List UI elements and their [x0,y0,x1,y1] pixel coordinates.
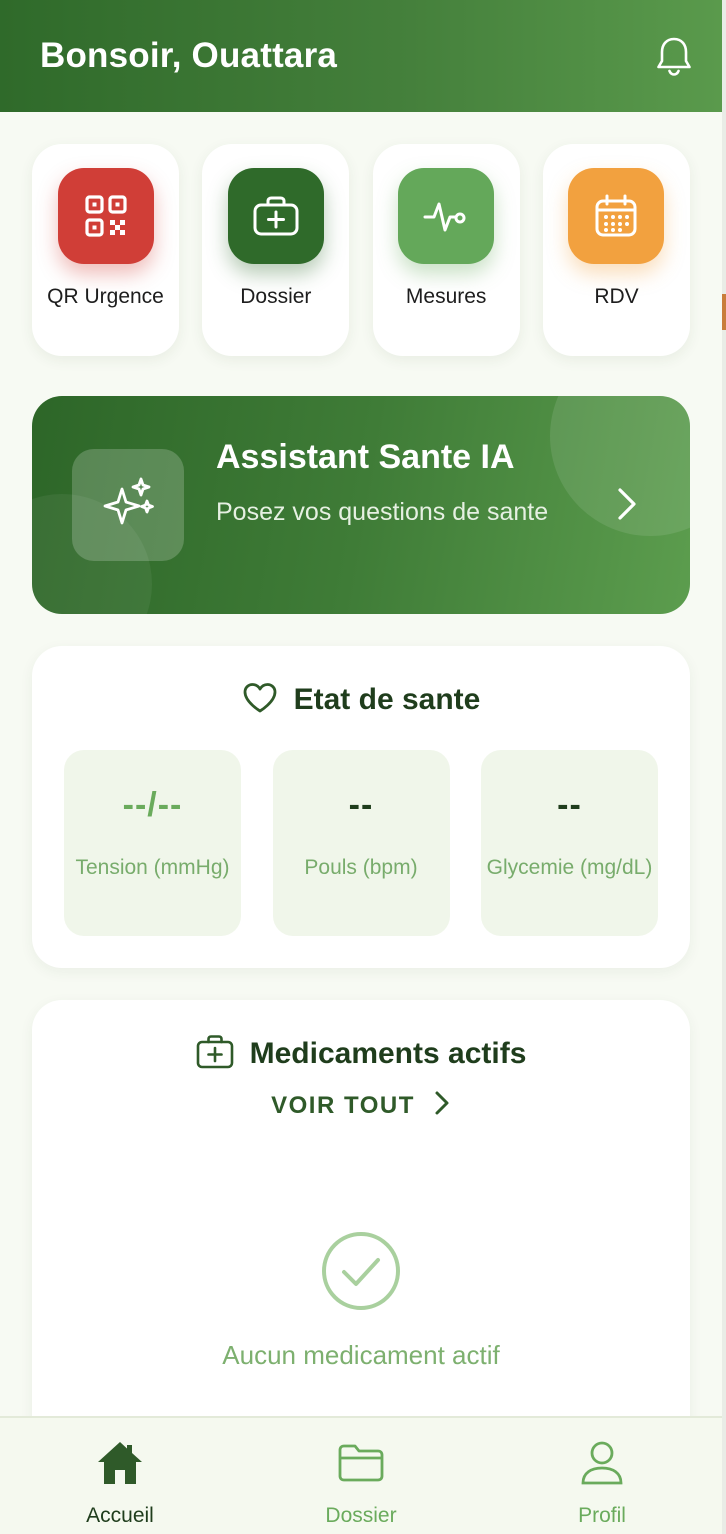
sparkles-icon [72,449,184,561]
see-all-link[interactable]: VOIR TOUT [32,1090,690,1121]
metric-label: Pouls (bpm) [304,856,418,879]
nav-item-dossier[interactable]: Dossier [241,1418,481,1534]
health-status-card: Etat de sante --/-- Tension (mmHg) -- Po… [32,646,690,968]
metric-label: Tension (mmHg) [75,856,230,879]
metric-value: --/-- [122,786,183,824]
quick-action-rdv[interactable]: RDV [542,144,690,356]
see-all-label: VOIR TOUT [271,1091,415,1119]
quick-action-label: Mesures [405,285,487,308]
metric-value: -- [557,786,582,824]
quick-action-label: RDV [594,285,639,308]
nav-label: Accueil [86,1504,154,1527]
metric-pouls[interactable]: -- Pouls (bpm) [272,750,450,936]
ai-assistant-card[interactable]: Assistant Sante IA Posez vos questions d… [32,396,690,614]
quick-action-dossier[interactable]: Dossier [202,144,350,356]
metric-tension[interactable]: --/-- Tension (mmHg) [64,750,241,936]
quick-action-label: QR Urgence [47,285,164,308]
quick-actions: QR Urgence Dossier Mesures RDV [32,144,690,356]
user-icon [576,1438,628,1488]
medications-header: Medicaments actifs [32,1034,690,1074]
bell-icon[interactable] [654,34,694,78]
quick-action-qr-urgence[interactable]: QR Urgence [32,144,179,356]
greeting-title: Bonsoir, Ouattara [40,36,338,75]
nav-item-profil[interactable]: Profil [482,1418,722,1534]
health-status-title: Etat de sante [293,683,481,716]
window-edge-marker [722,294,726,330]
quick-action-mesures[interactable]: Mesures [372,144,520,356]
metric-value: -- [348,786,374,824]
medications-title: Medicaments actifs [249,1037,527,1070]
app-root: Bonsoir, Ouattara QR Urgence Dossier Mes… [0,0,726,1534]
chevron-right-icon [610,484,642,524]
nav-item-accueil[interactable]: Accueil [0,1418,240,1534]
bottom-navigation: Accueil Dossier Profil [0,1416,722,1534]
medical-briefcase-icon [227,168,324,264]
home-icon [94,1438,146,1488]
health-status-header: Etat de sante [32,680,690,720]
quick-action-label: Dossier [240,285,312,308]
qr-code-icon [57,168,154,264]
folder-icon [335,1438,387,1488]
nav-label: Profil [578,1504,626,1527]
window-edge [722,0,726,1534]
active-medications-card: Medicaments actifs VOIR TOUT Aucun medic… [32,1000,690,1440]
heart-outline-icon [242,682,278,719]
top-header: Bonsoir, Ouattara [0,0,722,112]
empty-medications-message: Aucun medicament actif [222,1340,500,1370]
health-metrics: --/-- Tension (mmHg) -- Pouls (bpm) -- G… [64,750,658,936]
medical-briefcase-icon [196,1034,234,1075]
assistant-subtitle: Posez vos questions de sante [216,498,549,526]
metric-glycemie[interactable]: -- Glycemie (mg/dL) [481,750,658,936]
check-circle-icon [320,1230,402,1312]
calendar-icon [568,168,665,264]
nav-label: Dossier [325,1504,397,1527]
metric-label: Glycemie (mg/dL) [486,856,653,879]
chevron-right-icon [433,1090,451,1121]
assistant-title: Assistant Sante IA [216,438,515,476]
heart-pulse-icon [398,168,495,264]
